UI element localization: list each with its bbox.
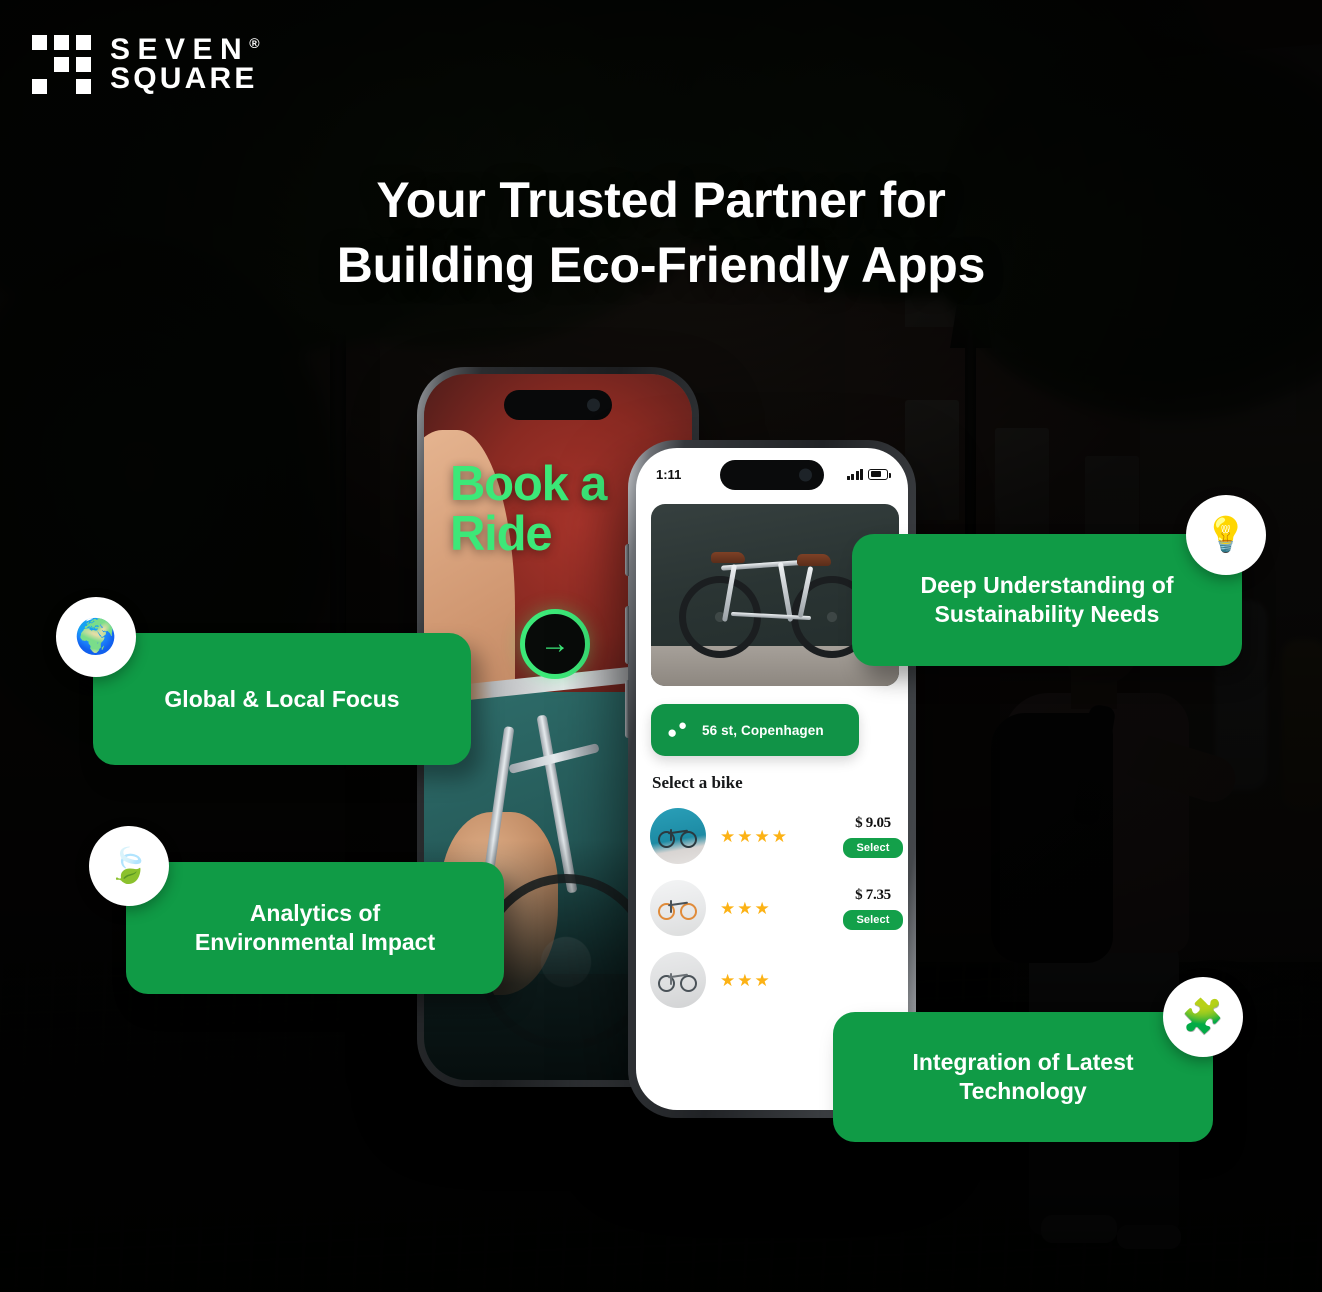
rating-stars: ★ ★ ★ [720, 970, 770, 990]
brand-logo[interactable]: SEVEN® SQUARE [32, 32, 260, 95]
section-title: Select a bike [652, 773, 743, 792]
bike-list: ★ ★ ★ ★ $ 9.05 Select ★ ★ ★ $ 7.35 Selec… [650, 800, 908, 1016]
dynamic-island [504, 390, 612, 420]
lightbulb-idea-person-icon: 💡 [1186, 495, 1266, 575]
bike-thumbnail [650, 808, 706, 864]
book-a-ride-heading: Book a Ride [450, 457, 607, 561]
battery-icon [868, 468, 891, 480]
location-selector[interactable]: ● ● 56 st, Copenhagen [651, 704, 859, 756]
volume-down-button[interactable] [625, 680, 629, 738]
feature-card-analytics-environmental-impact[interactable]: Analytics of Environmental Impact [126, 862, 504, 994]
select-button[interactable]: Select [843, 909, 903, 930]
rating-stars: ★ ★ ★ ★ [720, 826, 787, 846]
feature-card-label-line-1: Deep Understanding of [920, 572, 1174, 599]
bike-thumbnail [650, 880, 706, 936]
feature-card-label-line-2: Technology [959, 1078, 1087, 1104]
next-arrow-button[interactable]: → [520, 609, 590, 679]
leaf-glyph: 🍃 [107, 847, 151, 885]
puzzle-pieces-icon: 🧩 [1163, 977, 1243, 1057]
leaf-icon: 🍃 [89, 826, 169, 906]
status-bar-time: 1:11 [656, 466, 682, 482]
bike-price: $ 7.35 [855, 886, 891, 903]
front-camera-icon [799, 468, 812, 482]
feature-card-label: Global & Local Focus [164, 685, 400, 712]
lightbulb-glyph: 💡 [1204, 516, 1248, 554]
feature-card-label-line-1: Integration of Latest [912, 1049, 1134, 1076]
logo-line-2: SQUARE [110, 61, 258, 95]
logo-line-1: SEVEN [110, 32, 250, 66]
book-a-ride-line-1: Book a [450, 457, 607, 511]
page-title: Your Trusted Partner for Building Eco-Fr… [0, 168, 1322, 298]
table-row[interactable]: ★ ★ ★ $ 7.35 Select [650, 872, 908, 944]
headline-line-2: Building Eco-Friendly Apps [336, 237, 986, 293]
rating-stars: ★ ★ ★ [720, 898, 770, 918]
volume-up-button[interactable] [625, 606, 629, 664]
seven-square-grid-logo-icon [32, 35, 91, 94]
globe-earth-glyph: 🌍 [74, 618, 118, 656]
map-pin-icon: ● ● [667, 717, 688, 742]
feature-card-deep-understanding-sustainability[interactable]: Deep Understanding of Sustainability Nee… [852, 534, 1242, 666]
select-button[interactable]: Select [843, 837, 903, 858]
silence-switch[interactable] [625, 544, 629, 576]
bike-wheel [679, 576, 761, 658]
feature-card-global-local-focus[interactable]: Global & Local Focus [93, 633, 471, 765]
table-row[interactable]: ★ ★ ★ ★ $ 9.05 Select [650, 800, 908, 872]
cellular-signal-icon [846, 468, 863, 480]
book-a-ride-line-2: Ride [450, 506, 553, 561]
arrow-right-icon: → [540, 627, 570, 660]
table-row[interactable]: ★ ★ ★ [650, 944, 908, 1016]
bike-price: $ 9.05 [855, 814, 891, 831]
feature-card-label-line-1: Analytics of [249, 900, 381, 927]
headline-line-1: Your Trusted Partner for [376, 172, 946, 228]
feature-card-label-line-2: Sustainability Needs [934, 601, 1160, 627]
globe-earth-icon: 🌍 [56, 597, 136, 677]
feature-card-label-line-2: Environmental Impact [194, 929, 436, 955]
feature-card-label: Deep Understanding of Sustainability Nee… [920, 571, 1173, 629]
feature-card-label: Analytics of Environmental Impact [195, 899, 435, 957]
brand-logo-text: SEVEN® SQUARE [110, 32, 260, 95]
bike-thumbnail [650, 952, 706, 1008]
location-text: 56 st, Copenhagen [702, 722, 824, 738]
dynamic-island [720, 460, 824, 490]
feature-card-integration-latest-technology[interactable]: Integration of Latest Technology [833, 1012, 1213, 1142]
puzzle-glyph: 🧩 [1181, 998, 1225, 1036]
registered-trademark-icon: ® [249, 34, 260, 51]
feature-card-label: Integration of Latest Technology [912, 1048, 1133, 1106]
